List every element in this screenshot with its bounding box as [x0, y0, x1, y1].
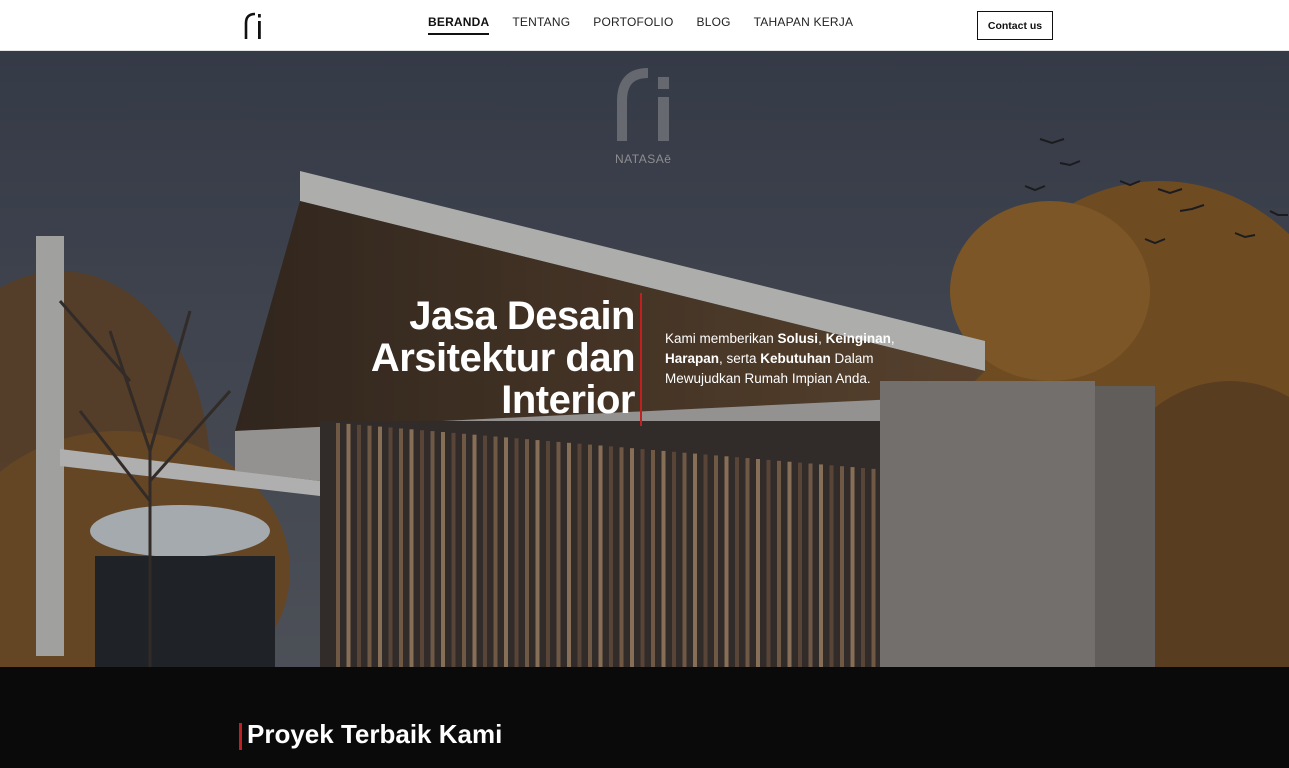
sub-bold-solusi: Solusi [777, 331, 819, 346]
hero-divider [640, 293, 642, 426]
sub-text-3: , [890, 331, 895, 346]
sub-bold-harapan: Harapan [665, 351, 720, 366]
main-menu: BERANDA TENTANG PORTOFOLIO BLOG TAHAPAN … [428, 15, 853, 35]
menu-item-blog[interactable]: BLOG [697, 15, 731, 35]
menu-item-portofolio[interactable]: PORTOFOLIO [593, 15, 673, 35]
sub-bold-keinginan: Keinginan [825, 331, 891, 346]
sub-bold-kebutuhan: Kebutuhan [760, 351, 831, 366]
section-title-accent [239, 723, 242, 750]
headline-line-3: Interior [501, 378, 635, 422]
hero-headline: Jasa Desain Arsitektur dan Interior [330, 294, 636, 422]
menu-item-tentang[interactable]: TENTANG [512, 15, 570, 35]
sub-text-1: Kami memberikan [665, 331, 778, 346]
ri-logo-icon[interactable] [243, 11, 265, 41]
headline-line-1: Jasa Desain [409, 294, 635, 338]
menu-item-tahapan-kerja[interactable]: TAHAPAN KERJA [754, 15, 854, 35]
watermark-text: NATASAē [615, 152, 672, 166]
sub-text-4: , serta [719, 351, 761, 366]
headline-line-2: Arsitektur dan [370, 336, 636, 380]
hero-banner: NATASAē Jasa Desain Arsitektur dan Inter… [0, 51, 1289, 667]
section-title: Proyek Terbaik Kami [247, 719, 503, 749]
navbar: BERANDA TENTANG PORTOFOLIO BLOG TAHAPAN … [0, 0, 1289, 51]
sub-text-2: , [818, 331, 826, 346]
contact-us-button[interactable]: Contact us [977, 11, 1053, 40]
best-projects-section: Proyek Terbaik Kami [0, 667, 1289, 768]
menu-item-beranda[interactable]: BERANDA [428, 15, 490, 35]
hero-subtitle: Kami memberikan Solusi, Keinginan, Harap… [665, 329, 925, 389]
